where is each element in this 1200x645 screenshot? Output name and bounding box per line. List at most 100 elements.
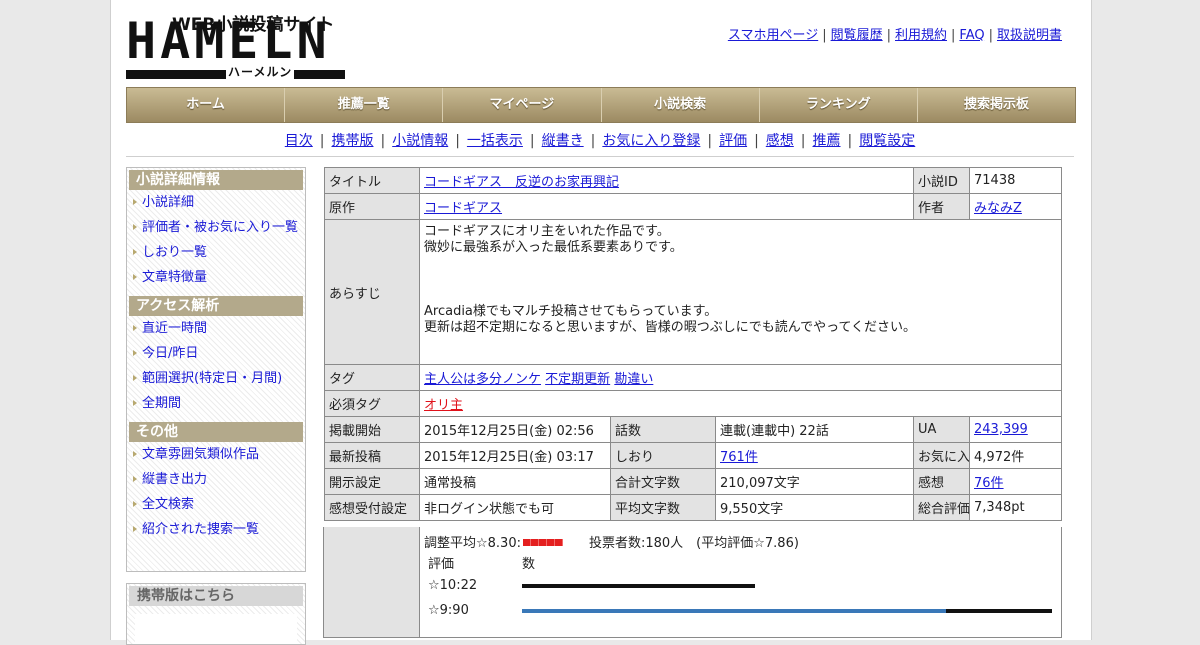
separator: |	[590, 133, 596, 149]
rating-section: 調整平均☆8.30: 投票者数:180人 (平均評価☆7.86) 評価 数 ☆10…	[323, 527, 1062, 638]
original-work-link[interactable]: コードギアス	[424, 201, 502, 216]
stat-label: お気に入り	[913, 442, 971, 469]
qr-code-area	[135, 614, 297, 644]
link-history[interactable]: 閲覧履歴	[831, 28, 883, 43]
nav-mypage[interactable]: マイページ	[443, 88, 602, 122]
must-tags-cell: オリ主	[418, 390, 1063, 417]
bullet-icon	[133, 501, 137, 507]
subnav-mobile[interactable]: 携帯版	[331, 133, 373, 149]
nav-search[interactable]: 小説検索	[601, 88, 760, 122]
subnav-comments[interactable]: 感想	[766, 133, 794, 149]
sidebar-link[interactable]: 評価者・被お気に入り一覧	[142, 220, 298, 235]
sidebar-link[interactable]: 全文検索	[142, 497, 194, 512]
bullet-icon	[133, 476, 137, 482]
stat-label: 話数	[610, 416, 716, 443]
tag-link[interactable]: 主人公は多分ノンケ	[424, 372, 541, 387]
hameln-logo[interactable]: HAMELN WEB小説投稿サイト ハーメルン	[126, 10, 346, 80]
comments-link[interactable]: 76件	[974, 476, 1004, 491]
nav-board[interactable]: 捜索掲示板	[917, 88, 1076, 122]
sidebar-item[interactable]: 今日/昨日	[127, 341, 305, 366]
label-title: タイトル	[324, 167, 420, 194]
author-link[interactable]: みなみZ	[974, 201, 1022, 216]
rating-bar-icon	[522, 539, 563, 546]
sidebar-link[interactable]: 直近一時間	[142, 321, 207, 336]
label-original: 原作	[324, 193, 420, 220]
sidebar-link[interactable]: 全期間	[142, 396, 181, 411]
sidebar-link[interactable]: 紹介された捜索一覧	[142, 522, 259, 537]
sidebar-item[interactable]: 範囲選択(特定日・月間)	[127, 366, 305, 391]
link-terms[interactable]: 利用規約	[895, 28, 947, 43]
bullet-icon	[133, 224, 137, 230]
mobile-version-heading: 携帯版はこちら	[129, 586, 303, 606]
novel-title-link[interactable]: コードギアス 反逆のお家再興記	[424, 175, 619, 190]
stat-value: 9,550文字	[714, 494, 915, 521]
sidebar-item[interactable]: 紹介された捜索一覧	[127, 517, 305, 542]
sidebar-link[interactable]: 今日/昨日	[142, 346, 198, 361]
label-must-tags: 必須タグ	[324, 390, 420, 417]
subnav-all[interactable]: 一括表示	[467, 133, 523, 149]
link-manual[interactable]: 取扱説明書	[997, 28, 1062, 43]
sidebar-item[interactable]: 全文検索	[127, 492, 305, 517]
subnav-vertical[interactable]: 縦書き	[542, 133, 584, 149]
sidebar-heading-details: 小説詳細情報	[129, 170, 303, 190]
sidebar-link[interactable]: しおり一覧	[142, 245, 207, 260]
bullet-icon	[133, 400, 137, 406]
sidebar-item[interactable]: 縦書き出力	[127, 467, 305, 492]
sidebar-link[interactable]: 範囲選択(特定日・月間)	[142, 371, 282, 386]
sidebar-link[interactable]: 文章特徴量	[142, 270, 207, 285]
bookmark-link[interactable]: 761件	[720, 450, 758, 465]
divider	[126, 156, 1074, 157]
stat-label: 総合評価	[913, 494, 971, 521]
nav-recommend[interactable]: 推薦一覧	[285, 88, 444, 122]
link-smartphone[interactable]: スマホ用ページ	[728, 28, 818, 43]
summary-line: 微妙に最強系が入った最低系要素ありです。	[424, 240, 683, 255]
sidebar-item[interactable]: 文章特徴量	[127, 265, 305, 290]
bullet-icon	[133, 274, 137, 280]
subnav-toc[interactable]: 目次	[285, 133, 313, 149]
sidebar-item[interactable]: 全期間	[127, 391, 305, 416]
nav-ranking[interactable]: ランキング	[759, 88, 918, 122]
sidebar-link[interactable]: 文章雰囲気類似作品	[142, 447, 259, 462]
table-row: 感想受付設定 非ログイン状態でも可 平均文字数 9,550文字 総合評価 7,3…	[324, 494, 1063, 521]
must-tag-link[interactable]: オリ主	[424, 398, 463, 413]
sidebar-item[interactable]: 評価者・被お気に入り一覧	[127, 215, 305, 240]
stat-label: 感想受付設定	[324, 494, 420, 521]
subnav-settings[interactable]: 閲覧設定	[859, 133, 915, 149]
sidebar-item[interactable]: 文章雰囲気類似作品	[127, 442, 305, 467]
bookmark-cell: 761件	[714, 442, 915, 469]
rating-bar	[522, 584, 755, 588]
link-faq[interactable]: FAQ	[959, 28, 984, 43]
logo-tagline: WEB小説投稿サイト	[172, 15, 335, 35]
label-summary: あらすじ	[324, 219, 420, 365]
separator: |	[707, 133, 713, 149]
sidebar-heading-other: その他	[129, 422, 303, 442]
sidebar-item[interactable]: 小説詳細	[127, 190, 305, 215]
stat-value: 2015年12月25日(金) 02:56	[419, 416, 611, 443]
sidebar-item[interactable]: しおり一覧	[127, 240, 305, 265]
sidebar: 小説詳細情報 小説詳細 評価者・被お気に入り一覧 しおり一覧 文章特徴量 アクセ…	[126, 167, 306, 572]
original-cell: コードギアス	[418, 193, 915, 220]
stat-label: しおり	[610, 442, 716, 469]
rating-bar	[946, 609, 1052, 613]
separator: |	[319, 133, 325, 149]
separator: |	[754, 133, 759, 149]
bullet-icon	[133, 325, 137, 331]
sidebar-link[interactable]: 小説詳細	[142, 195, 194, 210]
ua-link[interactable]: 243,399	[974, 422, 1028, 437]
stat-label: 平均文字数	[610, 494, 716, 521]
sidebar-link[interactable]: 縦書き出力	[142, 472, 207, 487]
subnav-recommend[interactable]: 推薦	[813, 133, 841, 149]
rating-row-label: ☆10:22	[428, 578, 478, 593]
nav-home[interactable]: ホーム	[127, 88, 286, 122]
subnav-info[interactable]: 小説情報	[392, 133, 448, 149]
table-row: タグ 主人公は多分ノンケ 不定期更新 勘違い	[324, 364, 1063, 391]
subnav-rate[interactable]: 評価	[719, 133, 747, 149]
table-row: タイトル コードギアス 反逆のお家再興記 小説ID 71438	[324, 167, 1063, 194]
subnav-favorite[interactable]: お気に入り登録	[602, 133, 700, 149]
tag-link[interactable]: 勘違い	[614, 372, 653, 387]
stat-label: 掲載開始	[324, 416, 420, 443]
separator: |	[886, 28, 891, 43]
tag-link[interactable]: 不定期更新	[545, 372, 610, 387]
sidebar-item[interactable]: 直近一時間	[127, 316, 305, 341]
table-row: 最新投稿 2015年12月25日(金) 03:17 しおり 761件 お気に入り…	[324, 442, 1063, 469]
